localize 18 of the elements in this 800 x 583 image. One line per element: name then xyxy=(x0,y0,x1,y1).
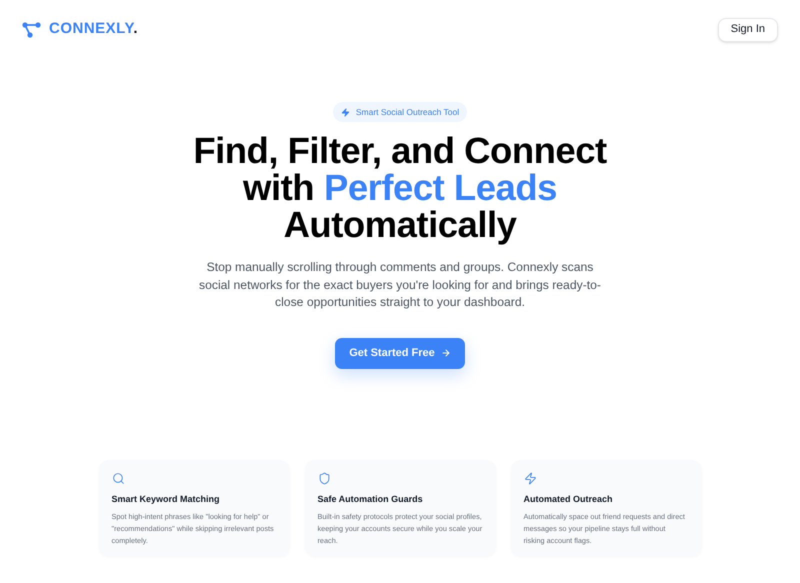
search-icon xyxy=(112,472,124,484)
feature-title: Automated Outreach xyxy=(524,492,614,506)
shield-icon xyxy=(318,472,330,484)
arrow-right-icon xyxy=(440,348,451,358)
highlighted-headline-text: Perfect Leads xyxy=(324,169,557,206)
feature-title: Safe Automation Guards xyxy=(318,492,424,506)
headline-text: Find, Filter, and Connect xyxy=(193,132,607,169)
feature-title: Smart Keyword Matching xyxy=(112,492,221,506)
headline-text: Automatically xyxy=(284,206,516,243)
headline-text: with xyxy=(243,169,314,206)
lightning-icon xyxy=(524,472,536,484)
lightning-icon xyxy=(340,108,350,116)
sign-in-button[interactable]: Sign In xyxy=(718,18,778,42)
brand-name: CONNEXLY. xyxy=(49,19,138,40)
hero-description: Stop manually scrolling through comments and groups. Connexly scans social networks for the exact buyers you're looking for and brings ready-to-close opportunities straight to your dashboard. xyxy=(198,259,602,311)
logo-icon xyxy=(22,22,41,38)
get-started-button[interactable]: Get Started Free xyxy=(335,338,465,368)
badge-text: Smart Social Outreach Tool xyxy=(356,106,460,118)
